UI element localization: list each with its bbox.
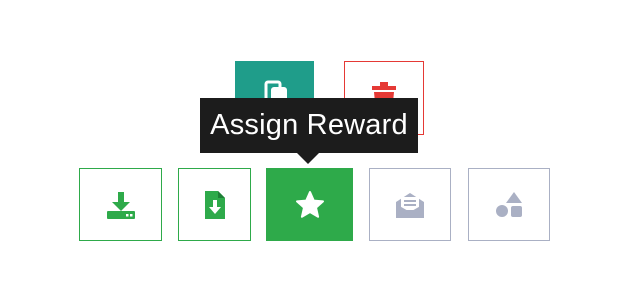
assign-reward-button[interactable] bbox=[266, 168, 353, 241]
open-envelope-icon bbox=[394, 190, 426, 220]
tooltip-arrow bbox=[296, 152, 320, 164]
tooltip: Assign Reward bbox=[200, 98, 418, 153]
shapes-icon bbox=[493, 190, 525, 220]
download-tray-icon bbox=[105, 190, 137, 220]
download-button[interactable] bbox=[79, 168, 162, 241]
mail-button[interactable] bbox=[369, 168, 451, 241]
tooltip-text: Assign Reward bbox=[210, 109, 408, 141]
file-download-icon bbox=[203, 189, 227, 221]
star-icon bbox=[295, 190, 325, 220]
file-download-button[interactable] bbox=[178, 168, 251, 241]
shapes-button[interactable] bbox=[468, 168, 550, 241]
